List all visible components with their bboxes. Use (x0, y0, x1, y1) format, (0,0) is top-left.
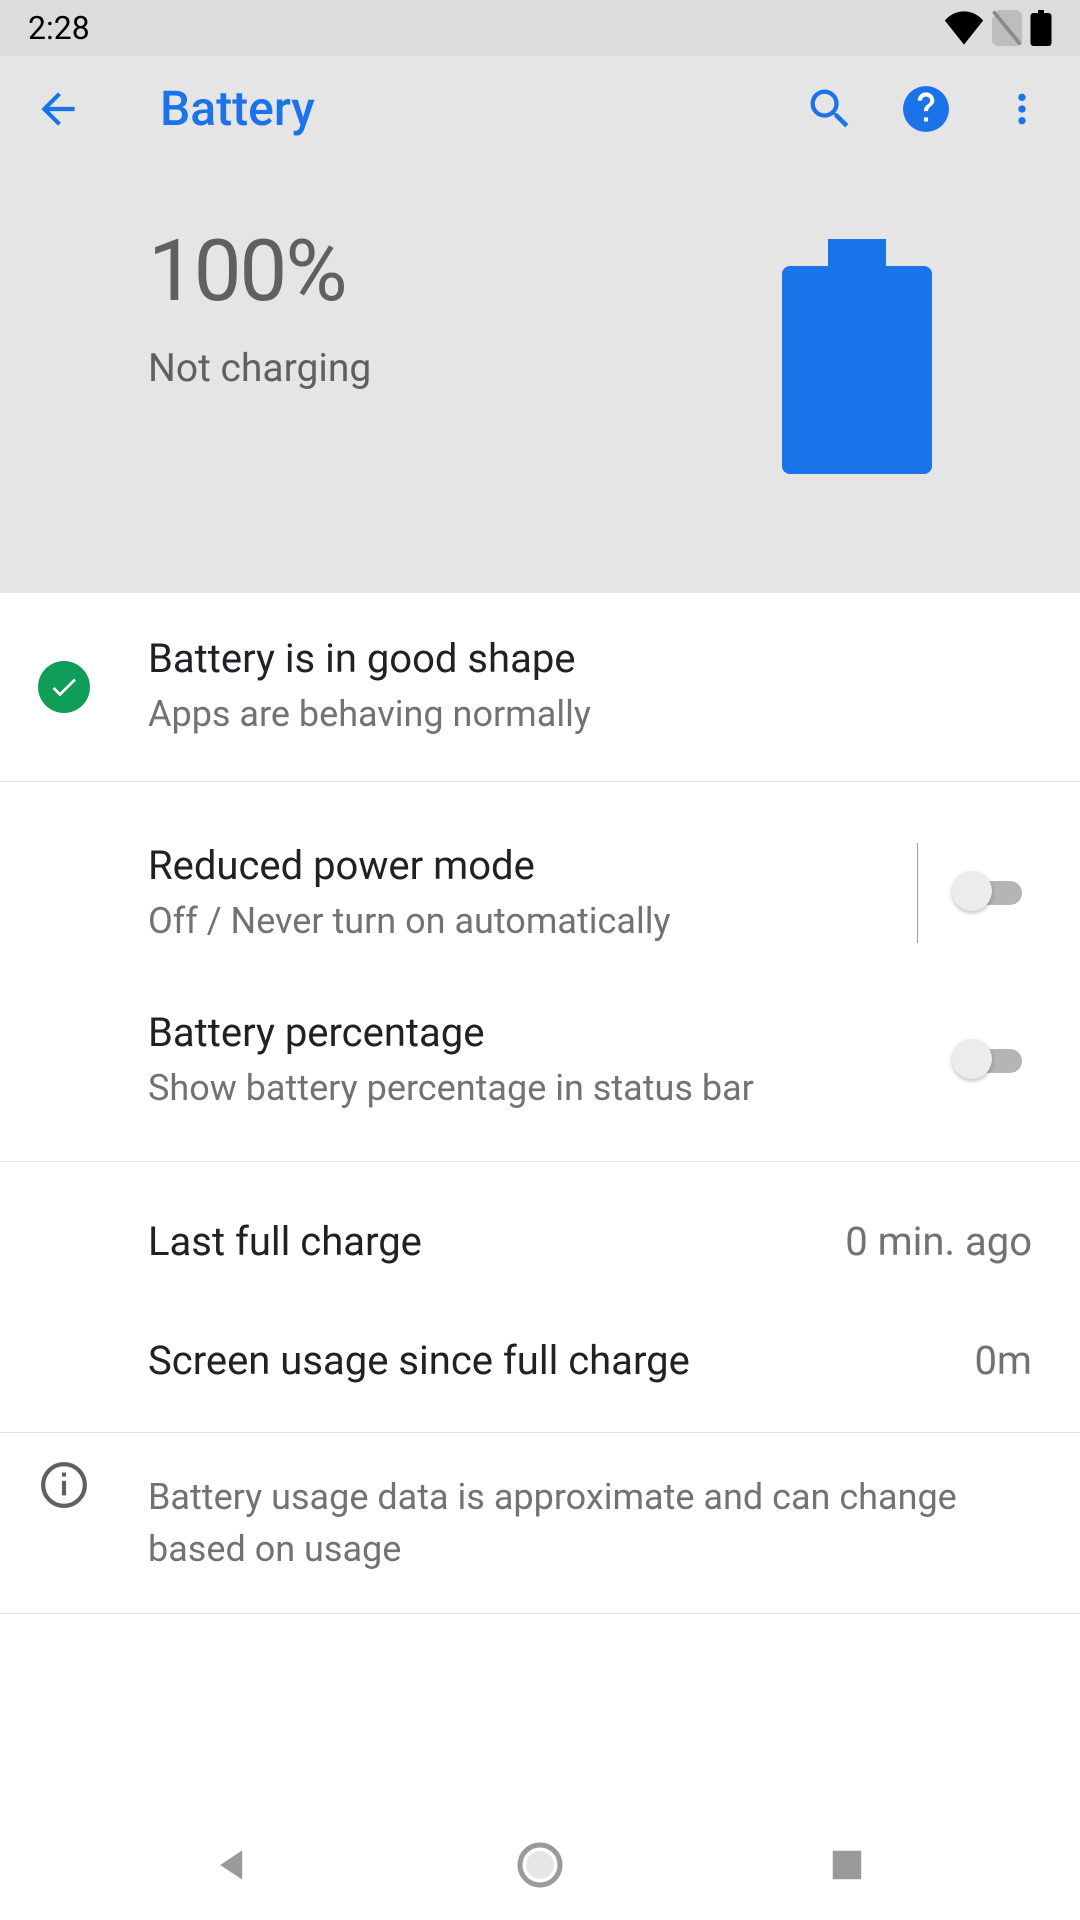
battery-status-icon (1030, 10, 1052, 46)
help-button[interactable] (896, 79, 956, 139)
search-icon (804, 83, 856, 135)
screen-usage-label: Screen usage since full charge (148, 1337, 974, 1384)
status-bar: 2:28 (0, 0, 1080, 56)
back-button[interactable] (28, 79, 88, 139)
divider (917, 843, 918, 943)
help-icon (901, 84, 951, 134)
battery-hero: 100% Not charging (0, 161, 1080, 593)
battery-graphic-icon (782, 239, 932, 473)
info-icon (39, 1460, 89, 1510)
nav-recent-button[interactable] (817, 1835, 877, 1895)
battery-health-title: Battery is in good shape (148, 635, 1032, 682)
battery-charging-state: Not charging (148, 345, 371, 391)
battery-health-subtitle: Apps are behaving normally (148, 690, 1032, 739)
battery-percentage-toggle[interactable] (952, 1039, 1032, 1083)
usage-footnote-row: Battery usage data is approximate and ca… (0, 1433, 1080, 1614)
reduced-power-subtitle: Off / Never turn on automatically (148, 897, 883, 946)
battery-percentage-hero: 100% (148, 221, 371, 321)
screen-usage-row[interactable]: Screen usage since full charge 0m (0, 1305, 1080, 1433)
system-nav-bar (0, 1810, 1080, 1920)
nav-back-button[interactable] (203, 1835, 263, 1895)
screen-usage-value: 0m (974, 1337, 1032, 1384)
search-button[interactable] (800, 79, 860, 139)
wifi-icon (944, 11, 984, 45)
settings-list: Battery is in good shape Apps are behavi… (0, 593, 1080, 1614)
nav-home-button[interactable] (510, 1835, 570, 1895)
battery-percentage-subtitle: Show battery percentage in status bar (148, 1064, 952, 1113)
last-full-charge-label: Last full charge (148, 1218, 845, 1265)
no-sim-icon (992, 10, 1022, 46)
status-icons (944, 10, 1052, 46)
reduced-power-row[interactable]: Reduced power mode Off / Never turn on a… (0, 810, 1080, 978)
last-full-charge-value: 0 min. ago (845, 1218, 1032, 1265)
reduced-power-title: Reduced power mode (148, 842, 883, 889)
arrow-left-icon (33, 84, 83, 134)
last-full-charge-row[interactable]: Last full charge 0 min. ago (0, 1186, 1080, 1305)
battery-health-row[interactable]: Battery is in good shape Apps are behavi… (0, 593, 1080, 782)
check-circle-icon (38, 661, 90, 713)
more-vert-icon (1002, 89, 1042, 129)
square-recent-icon (828, 1846, 866, 1884)
overflow-menu-button[interactable] (992, 79, 1052, 139)
triangle-back-icon (211, 1843, 255, 1887)
reduced-power-toggle[interactable] (952, 871, 1032, 915)
status-time: 2:28 (28, 9, 90, 47)
circle-home-icon (516, 1841, 564, 1889)
page-title: Battery (160, 80, 764, 137)
app-bar: Battery (0, 56, 1080, 161)
battery-percentage-title: Battery percentage (148, 1009, 952, 1056)
usage-footnote-text: Battery usage data is approximate and ca… (148, 1471, 1032, 1575)
battery-percentage-row[interactable]: Battery percentage Show battery percenta… (0, 977, 1080, 1162)
